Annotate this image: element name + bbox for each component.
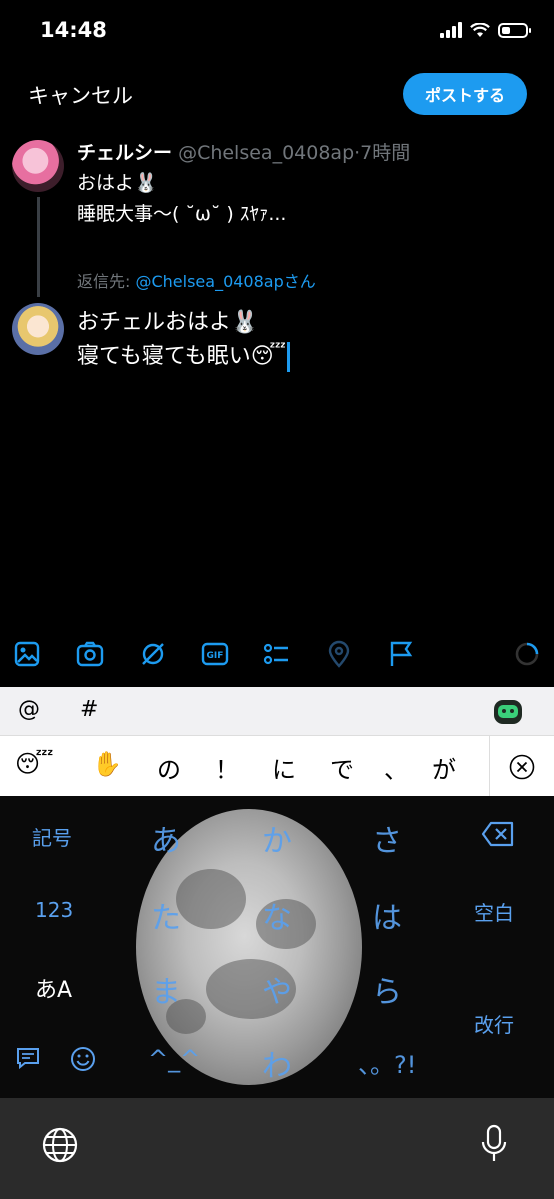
poll-icon[interactable]	[262, 640, 290, 668]
compose-textarea[interactable]: おチェルおはよ🐰 寝ても寝ても眠い😴	[77, 306, 291, 374]
kana-key-ma[interactable]: ま	[151, 967, 181, 1011]
candidate-3[interactable]: の	[157, 750, 181, 785]
original-author-avatar[interactable]	[12, 140, 64, 192]
user-avatar	[12, 303, 64, 355]
reply-to-mention[interactable]: @Chelsea_0408ap	[135, 272, 283, 291]
number-key[interactable]: 123	[35, 898, 73, 922]
kana-alpha-toggle-key[interactable]: あA	[35, 972, 72, 1004]
comment-icon[interactable]	[15, 1046, 41, 1070]
punctuation-key[interactable]: 、。?!	[358, 1045, 416, 1080]
cancel-button[interactable]: キャンセル	[28, 80, 133, 110]
keyboard-bottom-bar	[0, 1098, 554, 1199]
image-icon[interactable]	[13, 640, 41, 668]
kaomoji-key[interactable]: ^_^	[148, 1045, 200, 1073]
gif-label: GIF	[207, 651, 224, 661]
kana-key-a[interactable]: あ	[151, 816, 181, 860]
close-candidates-icon[interactable]	[508, 753, 536, 781]
cellular-signal-icon	[440, 22, 462, 38]
author-handle-time: @Chelsea_0408ap·7時間	[178, 142, 411, 164]
author-name[interactable]: チェルシー	[77, 142, 172, 164]
post-button[interactable]: ポストする	[403, 73, 527, 115]
camera-icon[interactable]	[76, 640, 104, 668]
keyboard-tag-bar: @ #	[0, 687, 554, 735]
candidate-1[interactable]: 😴	[15, 750, 54, 778]
candidate-row: 😴 ✋ の ！ に で 、 が	[0, 735, 554, 797]
battery-icon	[498, 22, 531, 38]
keyboard-app-icon[interactable]	[493, 696, 523, 726]
kana-key-ya[interactable]: や	[262, 967, 292, 1011]
gif-icon[interactable]: GIF	[201, 640, 229, 668]
grok-icon[interactable]	[139, 640, 167, 668]
backspace-icon[interactable]	[481, 821, 515, 847]
candidate-6[interactable]: で	[330, 750, 354, 785]
status-time: 14:48	[40, 18, 107, 42]
kana-key-ha[interactable]: は	[372, 893, 402, 937]
original-tweet-header: チェルシー @Chelsea_0408ap·7時間	[77, 138, 410, 165]
return-key[interactable]: 改行	[474, 1009, 514, 1038]
hash-tag-key[interactable]: #	[80, 697, 98, 722]
location-icon	[328, 640, 350, 668]
original-tweet-text: おはよ🐰 睡眠大事〜( ˘ω˘ ) ｽﾔｧ...	[77, 172, 287, 225]
kana-key-wa[interactable]: わ	[262, 1041, 292, 1085]
emoji-icon[interactable]	[70, 1046, 96, 1072]
candidate-5[interactable]: に	[272, 750, 296, 785]
kana-key-ka[interactable]: か	[262, 816, 292, 860]
candidate-separator	[489, 736, 490, 797]
symbol-key[interactable]: 記号	[32, 822, 72, 851]
kana-key-sa[interactable]: さ	[372, 816, 402, 860]
status-icons	[440, 22, 531, 38]
text-cursor	[287, 342, 291, 372]
candidate-4[interactable]: ！	[215, 750, 239, 785]
candidate-8[interactable]: が	[432, 750, 456, 785]
compose-text[interactable]: おチェルおはよ🐰 寝ても寝ても眠い😴	[77, 310, 286, 369]
kana-key-ra[interactable]: ら	[372, 967, 402, 1011]
at-tag-key[interactable]: @	[18, 697, 40, 722]
space-key[interactable]: 空白	[474, 897, 514, 926]
thread-line	[37, 197, 40, 297]
candidate-2[interactable]: ✋	[92, 750, 122, 778]
kana-key-na[interactable]: な	[262, 893, 292, 937]
flag-icon[interactable]	[388, 640, 416, 668]
progress-ring-icon	[515, 642, 539, 666]
reply-to-suffix[interactable]: さん	[284, 272, 316, 291]
kana-key-ta[interactable]: た	[151, 893, 181, 937]
microphone-icon[interactable]	[480, 1124, 508, 1164]
globe-icon[interactable]	[42, 1127, 78, 1163]
wifi-icon	[470, 22, 490, 37]
reply-to-prefix: 返信先:	[77, 272, 136, 291]
reply-to-line: 返信先: @Chelsea_0408apさん	[77, 268, 316, 292]
candidate-7[interactable]: 、	[384, 750, 408, 785]
compose-toolbar: GIF	[0, 628, 554, 682]
